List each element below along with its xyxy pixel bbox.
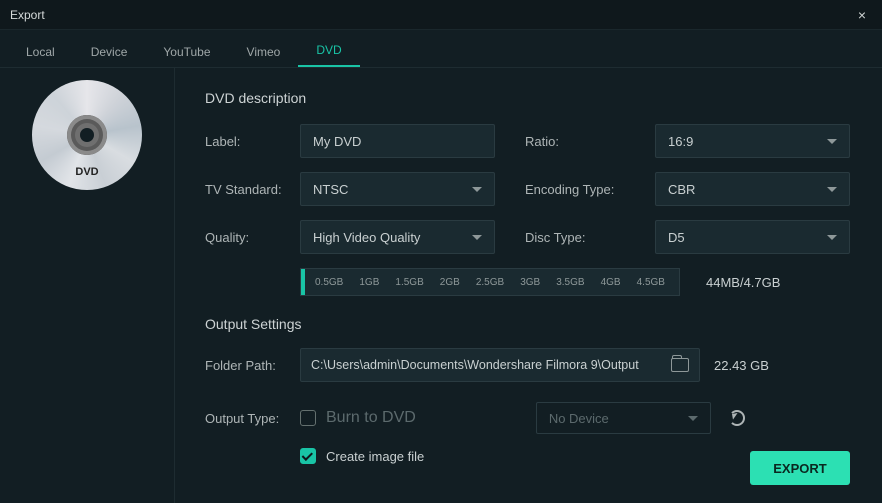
label-disctype: Disc Type:	[525, 230, 655, 245]
createimage-checkbox[interactable]	[300, 448, 316, 464]
free-space: 22.43 GB	[714, 358, 769, 373]
burn-checkbox[interactable]	[300, 410, 316, 426]
quality-select[interactable]: High Video Quality	[300, 220, 495, 254]
window-title: Export	[10, 8, 852, 22]
close-icon[interactable]: ×	[852, 7, 872, 23]
label-label: Label:	[205, 134, 300, 149]
size-readout: 44MB/4.7GB	[706, 275, 780, 290]
tab-vimeo[interactable]: Vimeo	[229, 35, 299, 67]
tab-device[interactable]: Device	[73, 35, 146, 67]
folderpath-value: C:\Users\admin\Documents\Wondershare Fil…	[311, 358, 663, 372]
disc-label: DVD	[32, 166, 142, 178]
folderpath-field[interactable]: C:\Users\admin\Documents\Wondershare Fil…	[300, 348, 700, 382]
main-panel: DVD description Label: My DVD Ratio: 16:…	[175, 68, 882, 503]
section-title-description: DVD description	[205, 90, 852, 106]
tab-youtube[interactable]: YouTube	[145, 35, 228, 67]
capacity-gauge: 0.5GB 1GB 1.5GB 2GB 2.5GB 3GB 3.5GB 4GB …	[300, 268, 680, 296]
folder-icon[interactable]	[671, 358, 689, 372]
device-select[interactable]: No Device	[536, 402, 711, 434]
tab-bar: Local Device YouTube Vimeo DVD	[0, 30, 882, 68]
section-title-output: Output Settings	[205, 316, 852, 332]
burn-label: Burn to DVD	[326, 409, 416, 427]
dvd-disc-icon: DVD	[32, 80, 142, 190]
ratio-select[interactable]: 16:9	[655, 124, 850, 158]
label-input[interactable]: My DVD	[300, 124, 495, 158]
gauge-ticks: 0.5GB 1GB 1.5GB 2GB 2.5GB 3GB 3.5GB 4GB …	[301, 269, 679, 295]
refresh-icon[interactable]	[729, 410, 745, 426]
export-button[interactable]: EXPORT	[750, 451, 850, 485]
disctype-select[interactable]: D5	[655, 220, 850, 254]
tab-local[interactable]: Local	[8, 35, 73, 67]
tab-dvd[interactable]: DVD	[298, 33, 359, 67]
label-quality: Quality:	[205, 230, 300, 245]
label-ratio: Ratio:	[525, 134, 655, 149]
label-folderpath: Folder Path:	[205, 358, 300, 373]
label-encoding: Encoding Type:	[525, 182, 655, 197]
side-panel: DVD	[0, 68, 175, 503]
encoding-select[interactable]: CBR	[655, 172, 850, 206]
tvstandard-select[interactable]: NTSC	[300, 172, 495, 206]
createimage-label: Create image file	[326, 449, 424, 464]
label-outputtype: Output Type:	[205, 411, 300, 426]
titlebar: Export ×	[0, 0, 882, 30]
label-tvstandard: TV Standard:	[205, 182, 300, 197]
